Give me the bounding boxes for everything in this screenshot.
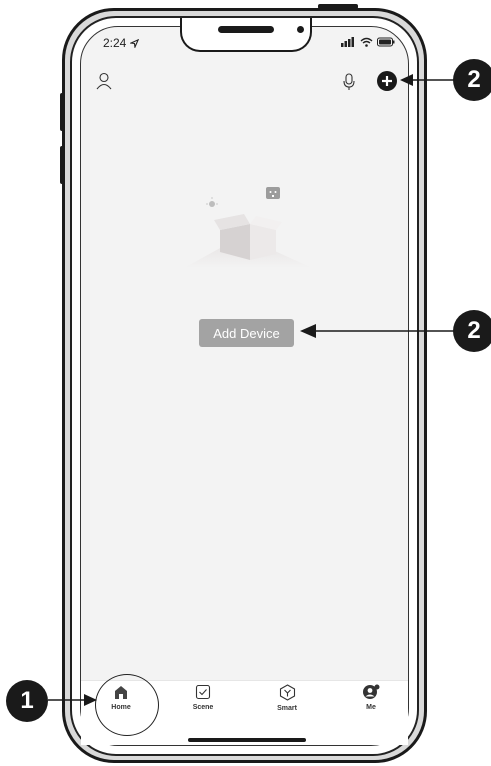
callout-arrowhead-home [84, 694, 97, 706]
callout-arrowhead-add-device [300, 324, 316, 338]
callout-arrows [48, 74, 455, 706]
callout-badge-add: 2 [453, 59, 491, 101]
callout-arrowhead-add [400, 74, 413, 86]
callout-badge-home: 1 [6, 680, 48, 722]
callout-badge-add-device: 2 [453, 310, 491, 352]
